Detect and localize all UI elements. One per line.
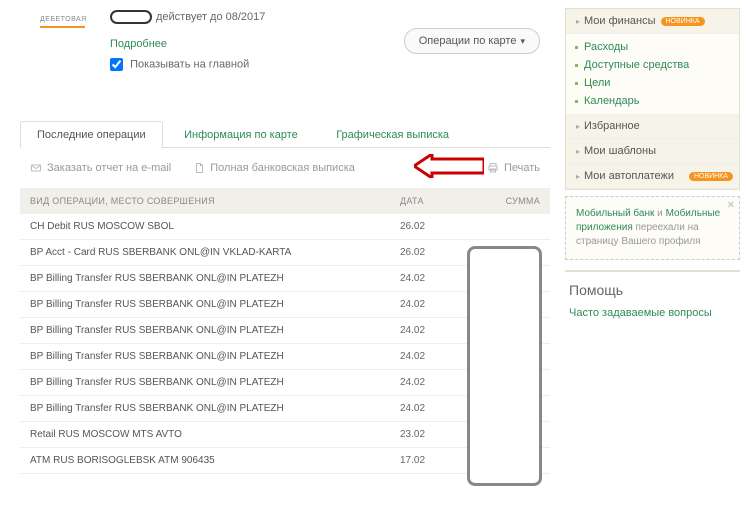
- sidebar-link-goals[interactable]: Цели: [566, 74, 739, 92]
- cell-operation: BP Billing Transfer RUS SBERBANK ONL@IN …: [20, 266, 390, 292]
- card-header: ДЕБЕТОВАЯ действует до 08/2017 Подробнее…: [20, 0, 550, 90]
- tab-card-info[interactable]: Информация по карте: [167, 121, 315, 148]
- cell-date: 23.02: [390, 422, 470, 448]
- cell-operation: CH Debit RUS MOSCOW SBOL: [20, 214, 390, 240]
- cell-operation: BP Acct - Card RUS SBERBANK ONL@IN VKLAD…: [20, 240, 390, 266]
- cell-date: 24.02: [390, 344, 470, 370]
- cell-date: 24.02: [390, 292, 470, 318]
- sum-redaction-box: [467, 246, 542, 486]
- details-link[interactable]: Подробнее: [110, 38, 167, 50]
- notice-and: и: [654, 208, 665, 219]
- notice-link-mobile-bank[interactable]: Мобильный банк: [576, 208, 654, 219]
- help-title: Помощь: [569, 282, 736, 298]
- cell-date: 24.02: [390, 318, 470, 344]
- cell-operation: ATM RUS BORISOGLEBSK ATM 906435: [20, 448, 390, 474]
- sidebar-panel: ▸ Мои финансы НОВИНКА Расходы Доступные …: [565, 8, 740, 190]
- finances-links: Расходы Доступные средства Цели Календар…: [566, 34, 739, 114]
- sidebar-notice: ✕ Мобильный банк и Мобильные приложения …: [565, 196, 740, 260]
- chevron-right-icon: ▸: [576, 17, 580, 26]
- card-type-badge: ДЕБЕТОВАЯ: [40, 16, 87, 23]
- cell-date: 24.02: [390, 266, 470, 292]
- order-email-label: Заказать отчет на e-mail: [47, 162, 171, 174]
- cell-date: 24.02: [390, 396, 470, 422]
- arrow-annotation-icon: [414, 154, 484, 178]
- section-favorites-label: Избранное: [584, 120, 640, 132]
- section-templates[interactable]: ▸ Мои шаблоны: [566, 139, 739, 164]
- cell-sum: [470, 214, 550, 240]
- new-badge: НОВИНКА: [689, 172, 733, 181]
- full-statement-link[interactable]: Полная банковская выписка: [193, 162, 355, 174]
- table-header-row: ВИД ОПЕРАЦИИ, МЕСТО СОВЕРШЕНИЯ ДАТА СУММ…: [20, 188, 550, 214]
- document-icon: [193, 162, 205, 174]
- printer-icon: [487, 162, 499, 174]
- sidebar-help: Помощь Часто задаваемые вопросы: [565, 270, 740, 321]
- show-on-main-label: Показывать на главной: [130, 58, 249, 70]
- cell-operation: Retail RUS MOSCOW MTS AVTO: [20, 422, 390, 448]
- section-finances-label: Мои финансы: [584, 15, 655, 27]
- tab-recent-operations[interactable]: Последние операции: [20, 121, 163, 148]
- cell-date: 24.02: [390, 370, 470, 396]
- section-templates-label: Мои шаблоны: [584, 145, 656, 157]
- chevron-right-icon: ▸: [576, 122, 580, 131]
- show-on-main-checkbox[interactable]: Показывать на главной: [110, 58, 249, 71]
- chevron-right-icon: ▸: [576, 172, 580, 181]
- card-number-mask: [110, 10, 152, 24]
- cell-date: 17.02: [390, 448, 470, 474]
- close-icon[interactable]: ✕: [727, 199, 735, 213]
- section-favorites[interactable]: ▸ Избранное: [566, 114, 739, 139]
- tab-graph-statement[interactable]: Графическая выписка: [319, 121, 466, 148]
- show-on-main-input[interactable]: [110, 58, 123, 71]
- cell-operation: BP Billing Transfer RUS SBERBANK ONL@IN …: [20, 318, 390, 344]
- order-email-report-link[interactable]: Заказать отчет на e-mail: [30, 162, 171, 174]
- col-date: ДАТА: [390, 188, 470, 214]
- cell-date: 26.02: [390, 240, 470, 266]
- cell-operation: BP Billing Transfer RUS SBERBANK ONL@IN …: [20, 292, 390, 318]
- cell-operation: BP Billing Transfer RUS SBERBANK ONL@IN …: [20, 344, 390, 370]
- full-statement-label: Полная банковская выписка: [210, 162, 355, 174]
- sidebar-link-available[interactable]: Доступные средства: [566, 56, 739, 74]
- section-autopay[interactable]: ▸ Мои автоплатежи НОВИНКА: [566, 164, 739, 189]
- faq-link[interactable]: Часто задаваемые вопросы: [569, 306, 736, 321]
- print-link[interactable]: Печать: [487, 162, 540, 174]
- print-label: Печать: [504, 162, 540, 174]
- envelope-icon: [30, 162, 42, 174]
- table-row[interactable]: CH Debit RUS MOSCOW SBOL26.02: [20, 214, 550, 240]
- sidebar: ▸ Мои финансы НОВИНКА Расходы Доступные …: [565, 8, 740, 321]
- sidebar-link-expenses[interactable]: Расходы: [566, 38, 739, 56]
- cell-operation: BP Billing Transfer RUS SBERBANK ONL@IN …: [20, 370, 390, 396]
- tabs-bar: Последние операции Информация по карте Г…: [20, 120, 550, 148]
- card-accent-line: [40, 26, 85, 28]
- chevron-right-icon: ▸: [576, 147, 580, 156]
- section-my-finances[interactable]: ▸ Мои финансы НОВИНКА: [566, 9, 739, 34]
- sidebar-link-calendar[interactable]: Календарь: [566, 92, 739, 110]
- col-operation: ВИД ОПЕРАЦИИ, МЕСТО СОВЕРШЕНИЯ: [20, 188, 390, 214]
- section-autopay-label: Мои автоплатежи: [584, 170, 674, 182]
- cell-date: 26.02: [390, 214, 470, 240]
- card-operations-button[interactable]: Операции по карте: [404, 28, 540, 54]
- card-expiry-text: действует до 08/2017: [156, 11, 265, 23]
- new-badge: НОВИНКА: [661, 17, 705, 26]
- cell-operation: BP Billing Transfer RUS SBERBANK ONL@IN …: [20, 396, 390, 422]
- col-sum: СУММА: [470, 188, 550, 214]
- actions-bar: Заказать отчет на e-mail Полная банковск…: [20, 148, 550, 188]
